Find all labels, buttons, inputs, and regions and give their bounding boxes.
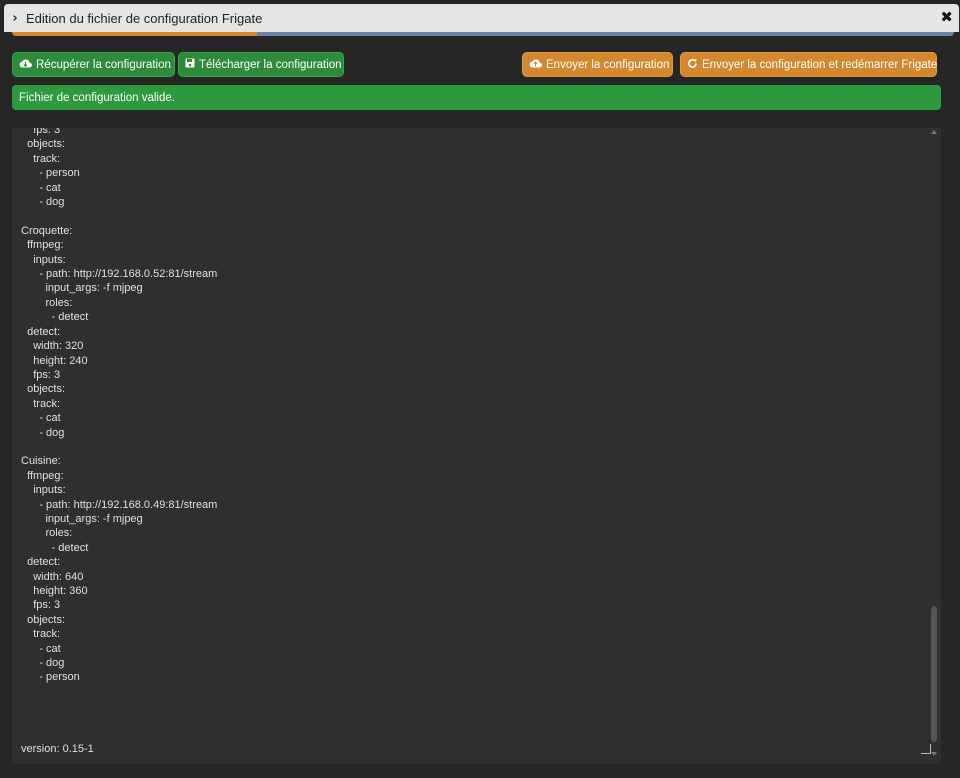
- restart-icon: [687, 58, 698, 72]
- scroll-down-arrow-icon[interactable]: [931, 752, 937, 756]
- config-line: - cat: [21, 181, 61, 194]
- config-line: Cuisine:: [21, 455, 61, 468]
- config-line: fps: 3: [21, 128, 61, 136]
- config-line: objects:: [21, 138, 66, 151]
- window-title: Edition du fichier de configuration Frig…: [26, 10, 263, 26]
- config-line: ffmpeg:: [21, 239, 64, 252]
- config-text-editor[interactable]: fps: 3 objects: track: - person - cat - …: [12, 128, 941, 764]
- config-line: - dog: [21, 196, 65, 209]
- progress-bar-fill: [12, 32, 257, 36]
- save-icon: [185, 58, 195, 71]
- retrieve-config-button[interactable]: Récupérer la configuration: [12, 52, 175, 77]
- config-line: width: 320: [21, 340, 84, 353]
- config-line: objects:: [21, 383, 66, 396]
- scroll-up-arrow-icon[interactable]: [931, 130, 937, 134]
- config-line: Croquette:: [21, 224, 73, 237]
- config-line: track:: [21, 152, 61, 165]
- config-line: - dog: [21, 426, 65, 439]
- config-line: [21, 728, 921, 742]
- config-line: inputs:: [21, 484, 66, 497]
- download-config-button[interactable]: Télécharger la configuration: [178, 52, 344, 77]
- config-line: - dog: [21, 657, 65, 670]
- config-line: ffmpeg:: [21, 469, 64, 482]
- config-line: [21, 699, 921, 713]
- config-line: fps: 3: [21, 599, 61, 612]
- config-line: - path: http://192.168.0.49:81/stream: [21, 498, 218, 511]
- validation-status-banner: Fichier de configuration valide.: [12, 85, 941, 110]
- config-line: - cat: [21, 412, 61, 425]
- config-line: track:: [21, 628, 61, 641]
- config-line: roles:: [21, 527, 73, 540]
- config-line: roles:: [21, 296, 73, 309]
- download-config-label: Télécharger la configuration: [199, 58, 342, 71]
- config-line: - person: [21, 167, 80, 180]
- config-line: - detect: [21, 311, 89, 324]
- config-line: inputs:: [21, 253, 66, 266]
- config-line: height: 360: [21, 585, 88, 597]
- config-line: objects:: [21, 613, 66, 626]
- chevron-right-icon[interactable]: ›: [6, 11, 24, 26]
- close-icon[interactable]: ✖: [940, 8, 953, 26]
- send-config-label: Envoyer la configuration: [546, 58, 670, 71]
- config-line: input_args: -f mjpeg: [21, 282, 143, 295]
- send-and-restart-button[interactable]: Envoyer la configuration et redémarrer F…: [680, 52, 937, 77]
- config-line: [21, 209, 921, 223]
- validation-status-message: Fichier de configuration valide.: [19, 91, 175, 104]
- config-line: detect:: [21, 556, 61, 569]
- config-line: input_args: -f mjpeg: [21, 512, 143, 525]
- config-line: - detect: [21, 541, 89, 554]
- retrieve-config-label: Récupérer la configuration: [36, 58, 171, 71]
- cloud-upload-icon: [529, 58, 542, 72]
- title-bar: › Edition du fichier de configuration Fr…: [4, 4, 959, 32]
- cloud-download-icon: [19, 58, 32, 72]
- config-text[interactable]: fps: 3 objects: track: - person - cat - …: [21, 128, 921, 757]
- config-editor-window: › Edition du fichier de configuration Fr…: [0, 0, 960, 778]
- config-line: fps: 3: [21, 368, 61, 381]
- config-line: - cat: [21, 642, 61, 655]
- config-line: [21, 685, 921, 699]
- config-line: height: 240: [21, 354, 88, 367]
- send-config-button[interactable]: Envoyer la configuration: [522, 52, 673, 77]
- config-line: - path: http://192.168.0.52:81/stream: [21, 268, 218, 281]
- config-line: width: 640: [21, 570, 84, 583]
- config-line: [21, 714, 921, 728]
- editor-scrollbar[interactable]: [929, 128, 939, 764]
- config-line: track:: [21, 397, 61, 410]
- resize-grip-icon[interactable]: [921, 744, 931, 754]
- config-line: - person: [21, 671, 80, 684]
- send-and-restart-label: Envoyer la configuration et redémarrer F…: [702, 58, 938, 71]
- scroll-thumb[interactable]: [931, 606, 937, 742]
- config-line: version: 0.15-1: [21, 743, 94, 756]
- config-line: [21, 440, 921, 454]
- config-line: detect:: [21, 325, 61, 338]
